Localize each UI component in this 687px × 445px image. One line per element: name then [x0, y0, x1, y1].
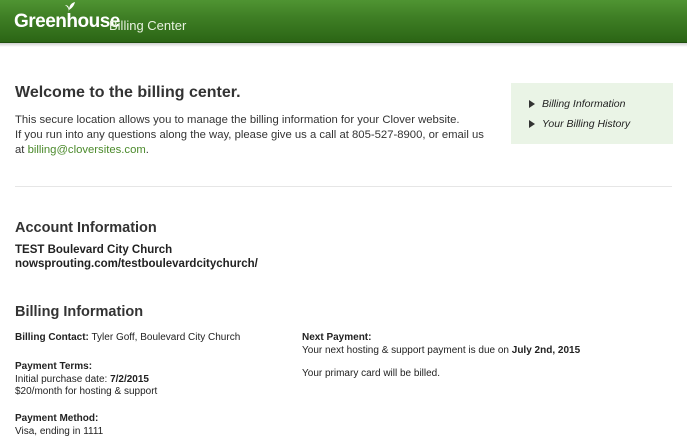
card-billing-note: Your primary card will be billed.	[302, 368, 441, 379]
payment-rate: $20/month for hosting & support	[15, 386, 158, 397]
billing-contact: Billing Contact: Tyler Goff, Boulevard C…	[15, 332, 240, 345]
greenhouse-logo[interactable]: Greenhouse	[14, 2, 120, 33]
billing-information-heading: Billing Information	[15, 304, 144, 320]
page-title: Welcome to the billing center.	[15, 84, 241, 101]
next-payment: Next Payment: Your next hosting & suppor…	[302, 332, 580, 357]
intro-line-1: This secure location allows you to manag…	[15, 114, 460, 126]
nav-billing-history[interactable]: Your Billing History	[529, 118, 630, 130]
sprout-icon	[65, 2, 75, 13]
billing-center-subtitle: Billing Center	[109, 18, 187, 33]
intro-line-3-prefix: at	[15, 144, 28, 156]
intro-line-3: at billing@cloversites.com.	[15, 143, 485, 158]
payment-terms-label: Payment Terms:	[15, 361, 93, 372]
side-nav: Billing Information Your Billing History	[511, 83, 673, 144]
intro-text: This secure location allows you to manag…	[15, 113, 485, 158]
account-name: TEST Boulevard City Church	[15, 244, 173, 256]
intro-line-2: If you run into any questions along the …	[15, 129, 484, 141]
header-bar: Greenhouse Billing Center	[0, 0, 687, 43]
billing-contact-value: Tyler Goff, Boulevard City Church	[91, 332, 241, 343]
triangle-right-icon	[529, 120, 535, 128]
payment-method-value: Visa, ending in 1111	[15, 425, 104, 437]
triangle-right-icon	[529, 100, 535, 108]
header-shadow	[0, 43, 687, 47]
intro-line-3-suffix: .	[145, 144, 149, 156]
payment-method-label: Payment Method:	[15, 413, 99, 424]
initial-purchase-prefix: Initial purchase date:	[15, 373, 111, 385]
billing-contact-label: Billing Contact:	[15, 332, 89, 343]
payment-method: Payment Method: Visa, ending in 1111	[15, 413, 103, 438]
account-information-heading: Account Information	[15, 220, 157, 236]
next-payment-date: July 2nd, 2015	[511, 344, 581, 356]
nav-billing-information[interactable]: Billing Information	[529, 98, 625, 110]
account-url: nowsprouting.com/testboulevardcitychurch…	[15, 258, 258, 270]
logo-text: Greenhouse	[14, 11, 120, 32]
nav-item-label: Billing Information	[542, 98, 626, 110]
section-divider	[15, 186, 672, 187]
initial-purchase-date: 7/2/2015	[110, 373, 149, 385]
payment-terms: Payment Terms: Initial purchase date: 7/…	[15, 361, 157, 399]
next-payment-label: Next Payment:	[302, 332, 372, 343]
next-payment-prefix: Your next hosting & support payment is d…	[302, 344, 512, 356]
nav-item-label: Your Billing History	[542, 118, 631, 130]
billing-email-link[interactable]: billing@cloversites.com	[28, 144, 146, 156]
